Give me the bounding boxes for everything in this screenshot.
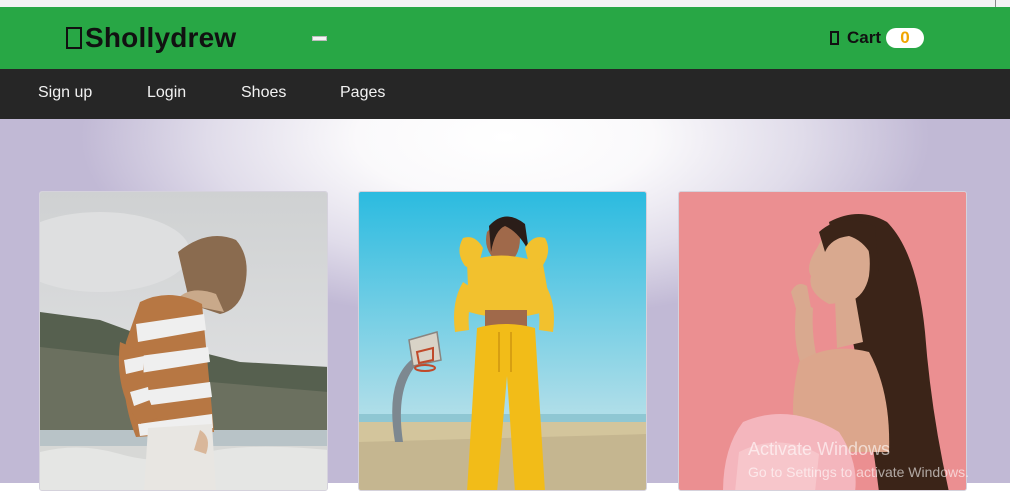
- brand-glyph-icon: [66, 27, 82, 49]
- nav-item-shoes[interactable]: Shoes: [241, 84, 286, 102]
- product-showcase: [0, 119, 1010, 491]
- cart-label: Cart: [847, 28, 882, 47]
- brand-logo[interactable]: Shollydrew: [66, 21, 236, 55]
- watermark-subtitle: Go to Settings to activate Windows.: [748, 464, 969, 480]
- cart-icon: [830, 31, 839, 45]
- nav-item-login[interactable]: Login: [147, 84, 186, 102]
- brand-name: Shollydrew: [85, 22, 237, 53]
- main-nav: Sign up Login Shoes Pages: [0, 69, 1010, 119]
- window-edge-marker: [995, 0, 996, 7]
- nav-item-pages[interactable]: Pages: [340, 84, 385, 102]
- woman-striped-sweater-photo: [40, 192, 327, 490]
- watermark-title: Activate Windows: [748, 439, 891, 459]
- product-card[interactable]: [358, 191, 647, 491]
- activate-windows-watermark: Activate Windows Go to Settings to activ…: [748, 439, 969, 481]
- header-bar: Shollydrew Cart 0: [0, 7, 1010, 69]
- menu-toggle-button[interactable]: [312, 36, 327, 41]
- cart-count-badge: 0: [886, 28, 925, 48]
- product-card[interactable]: [39, 191, 328, 491]
- cart-button[interactable]: Cart 0: [830, 26, 925, 50]
- woman-yellow-tracksuit-photo: [359, 192, 646, 490]
- nav-item-sign-up[interactable]: Sign up: [38, 84, 92, 102]
